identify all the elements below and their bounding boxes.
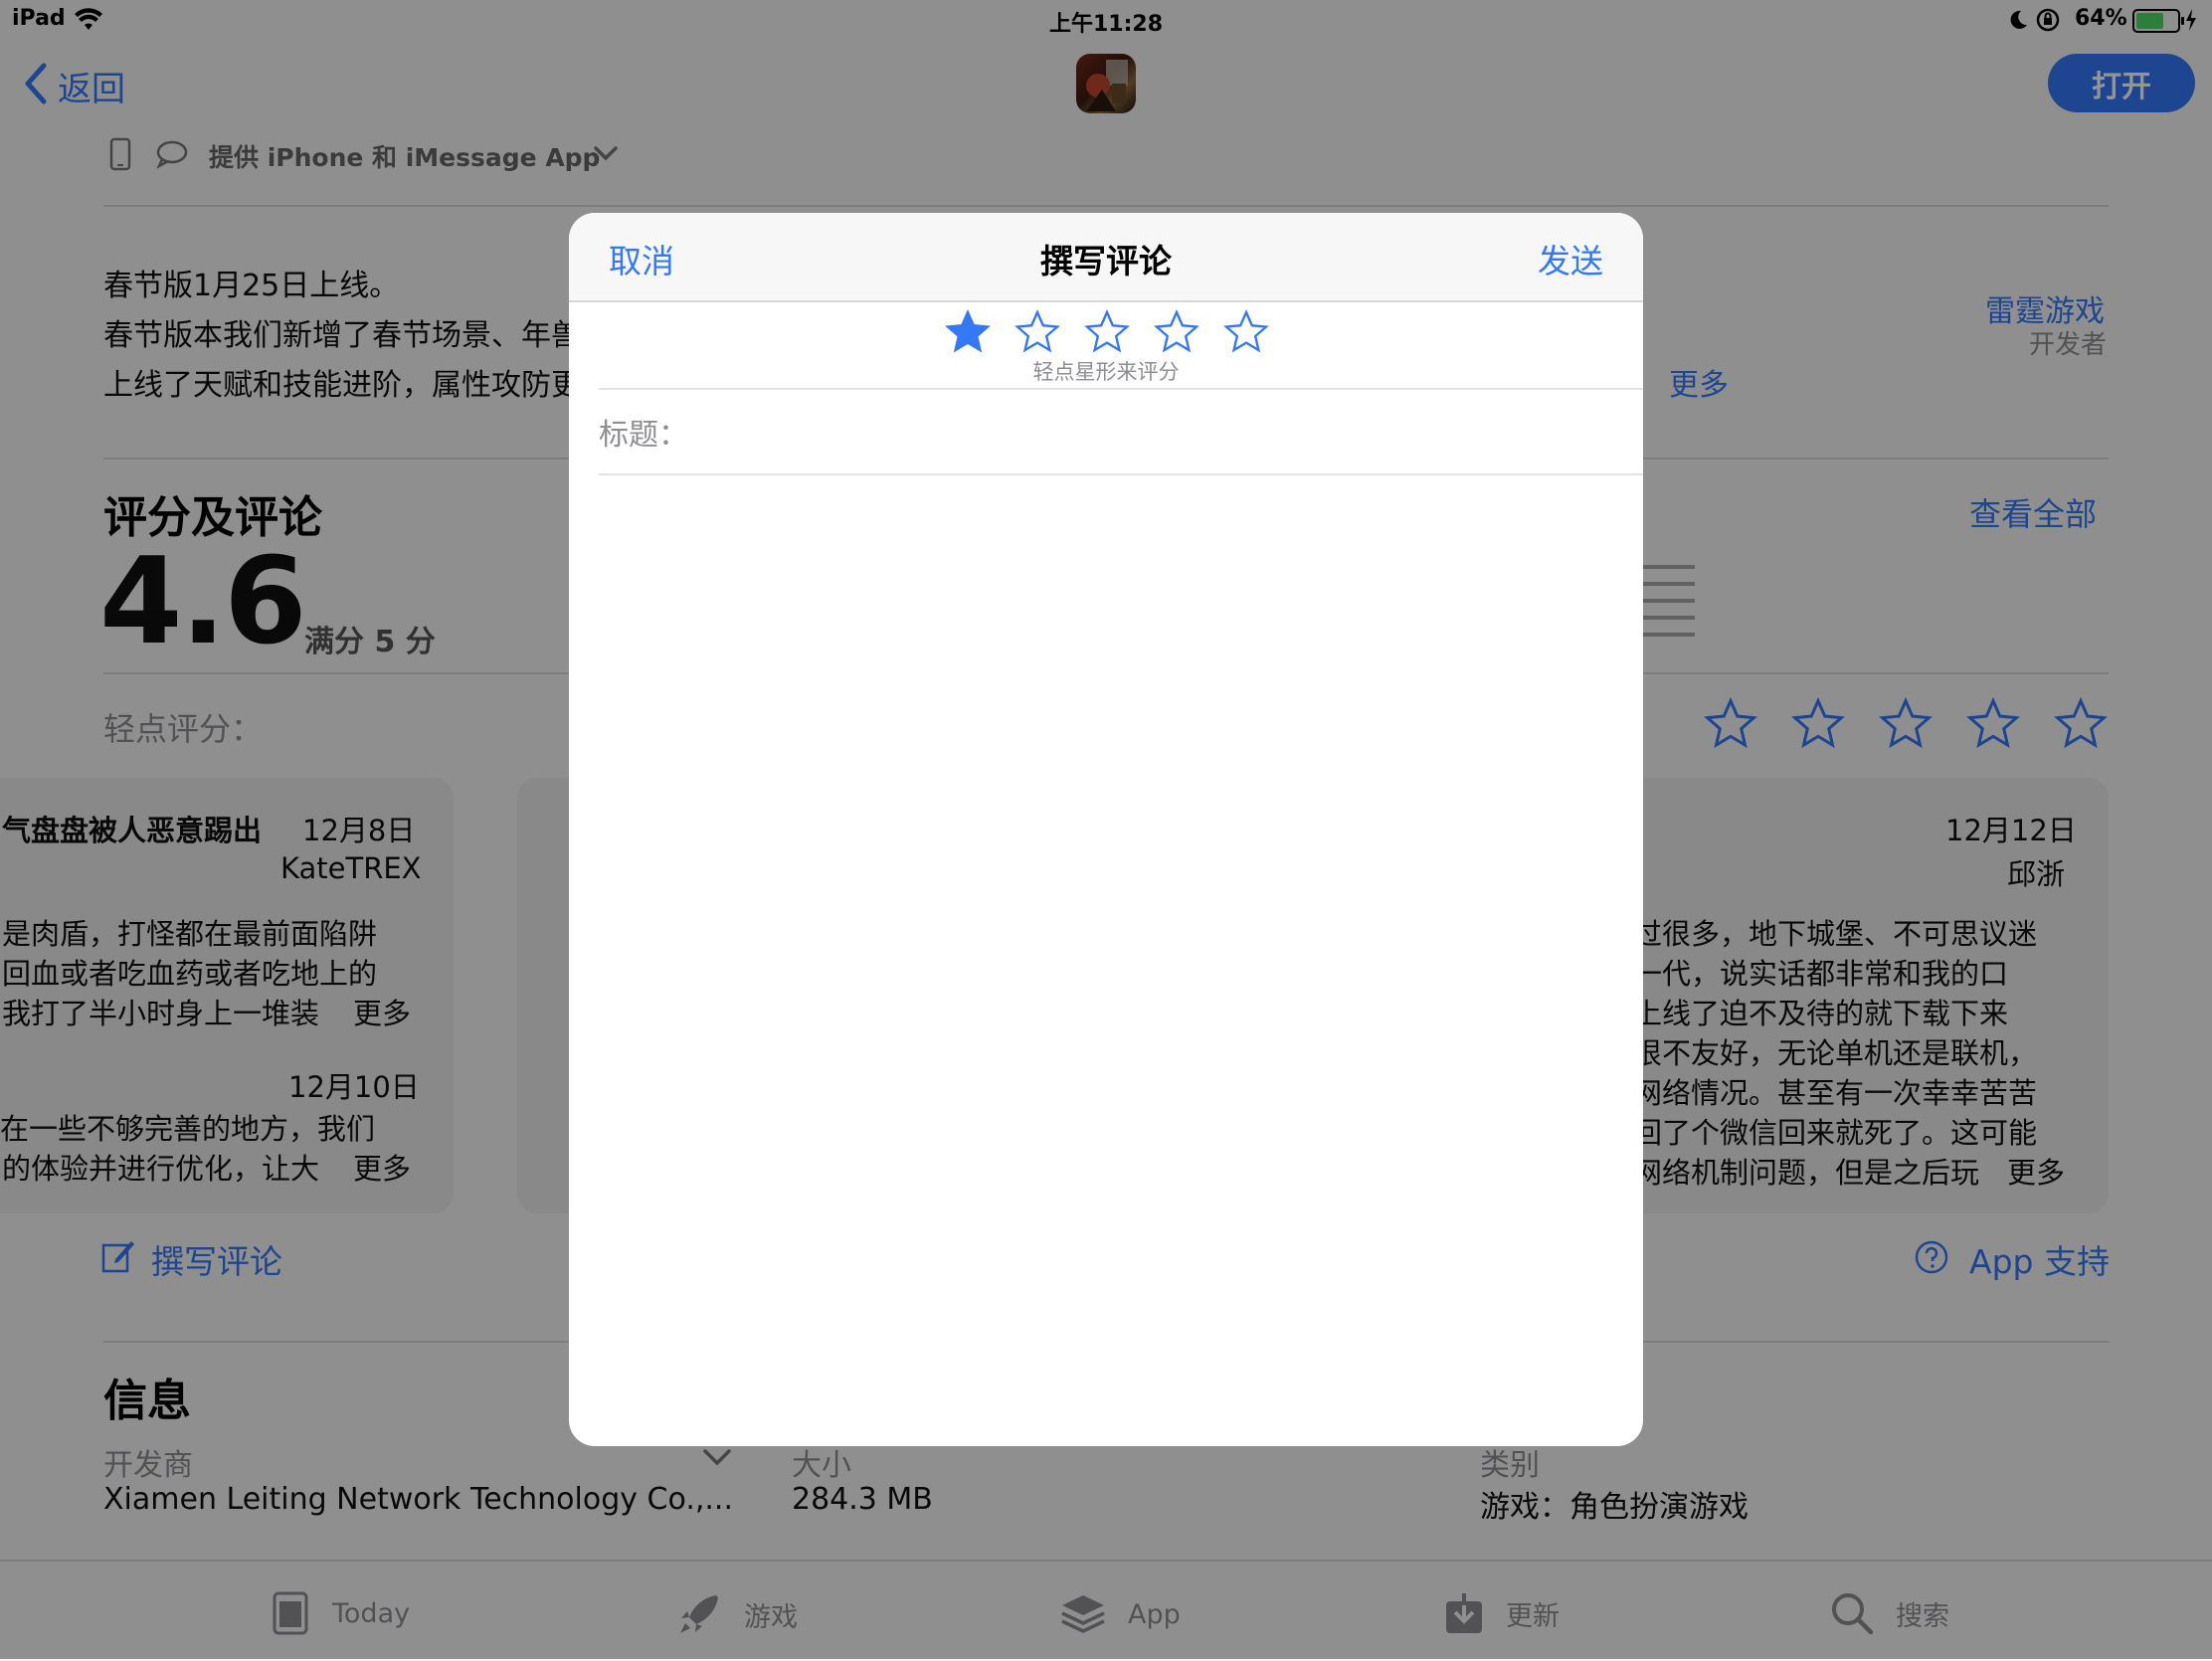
star-outline-icon[interactable]: [1083, 308, 1131, 356]
write-review-sheet: 取消 撰写评论 发送 轻点星形来评分 标题：: [569, 213, 1643, 1446]
star-filled-icon[interactable]: [944, 308, 992, 356]
review-body-field[interactable]: [599, 477, 1613, 1422]
send-button[interactable]: 发送: [1538, 235, 1603, 282]
star-outline-icon[interactable]: [1153, 308, 1200, 356]
rating-hint: 轻点星形来评分: [1032, 360, 1180, 384]
review-title-field[interactable]: 标题：: [599, 410, 688, 454]
star-outline-icon[interactable]: [1222, 308, 1270, 356]
divider: [599, 473, 1643, 475]
sheet-header: 取消 撰写评论 发送: [569, 213, 1643, 302]
star-outline-icon[interactable]: [1014, 308, 1061, 356]
divider: [599, 388, 1643, 390]
star-rating-control[interactable]: [944, 308, 1270, 356]
sheet-title: 撰写评论: [1040, 242, 1172, 280]
